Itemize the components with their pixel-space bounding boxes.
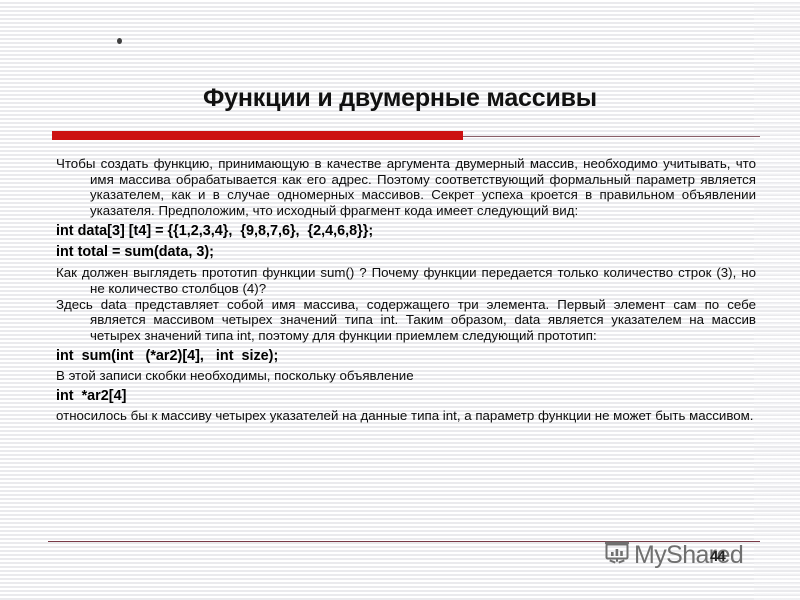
paragraph-prototype-question: Как должен выглядеть прототип функции su… bbox=[56, 265, 756, 296]
presentation-chart-icon bbox=[604, 540, 630, 570]
slide-canvas: Функции и двумерные массивы Чтобы создат… bbox=[0, 0, 800, 600]
paragraph-conclusion: относилось бы к массиву четырех указател… bbox=[56, 407, 754, 423]
page-title: Функции и двумерные массивы bbox=[203, 84, 597, 112]
code-line-array-declaration: int data[3] [t4] = {{1,2,3,4}, {9,8,7,6}… bbox=[56, 223, 374, 240]
paragraph-parentheses-note: В этой записи скобки необходимы, посколь… bbox=[56, 368, 414, 384]
slide-body: Чтобы создать функцию, принимающую в кач… bbox=[56, 156, 756, 424]
paragraph-data-explanation: Здесь data представляет собой имя массив… bbox=[56, 296, 756, 343]
scan-speck-artifact bbox=[117, 38, 122, 44]
code-line-sum-prototype: int sum(int (*ar2)[4], int size); bbox=[56, 348, 279, 365]
code-line-total-assignment: int total = sum(data, 3); bbox=[56, 244, 214, 261]
code-line-pointer-array: int *ar2[4] bbox=[56, 387, 127, 404]
page-number: 44 bbox=[710, 548, 726, 565]
title-underline-accent bbox=[52, 131, 463, 140]
paragraph-intro: Чтобы создать функцию, принимающую в кач… bbox=[56, 156, 756, 218]
watermark-label: MyShared bbox=[634, 540, 744, 569]
